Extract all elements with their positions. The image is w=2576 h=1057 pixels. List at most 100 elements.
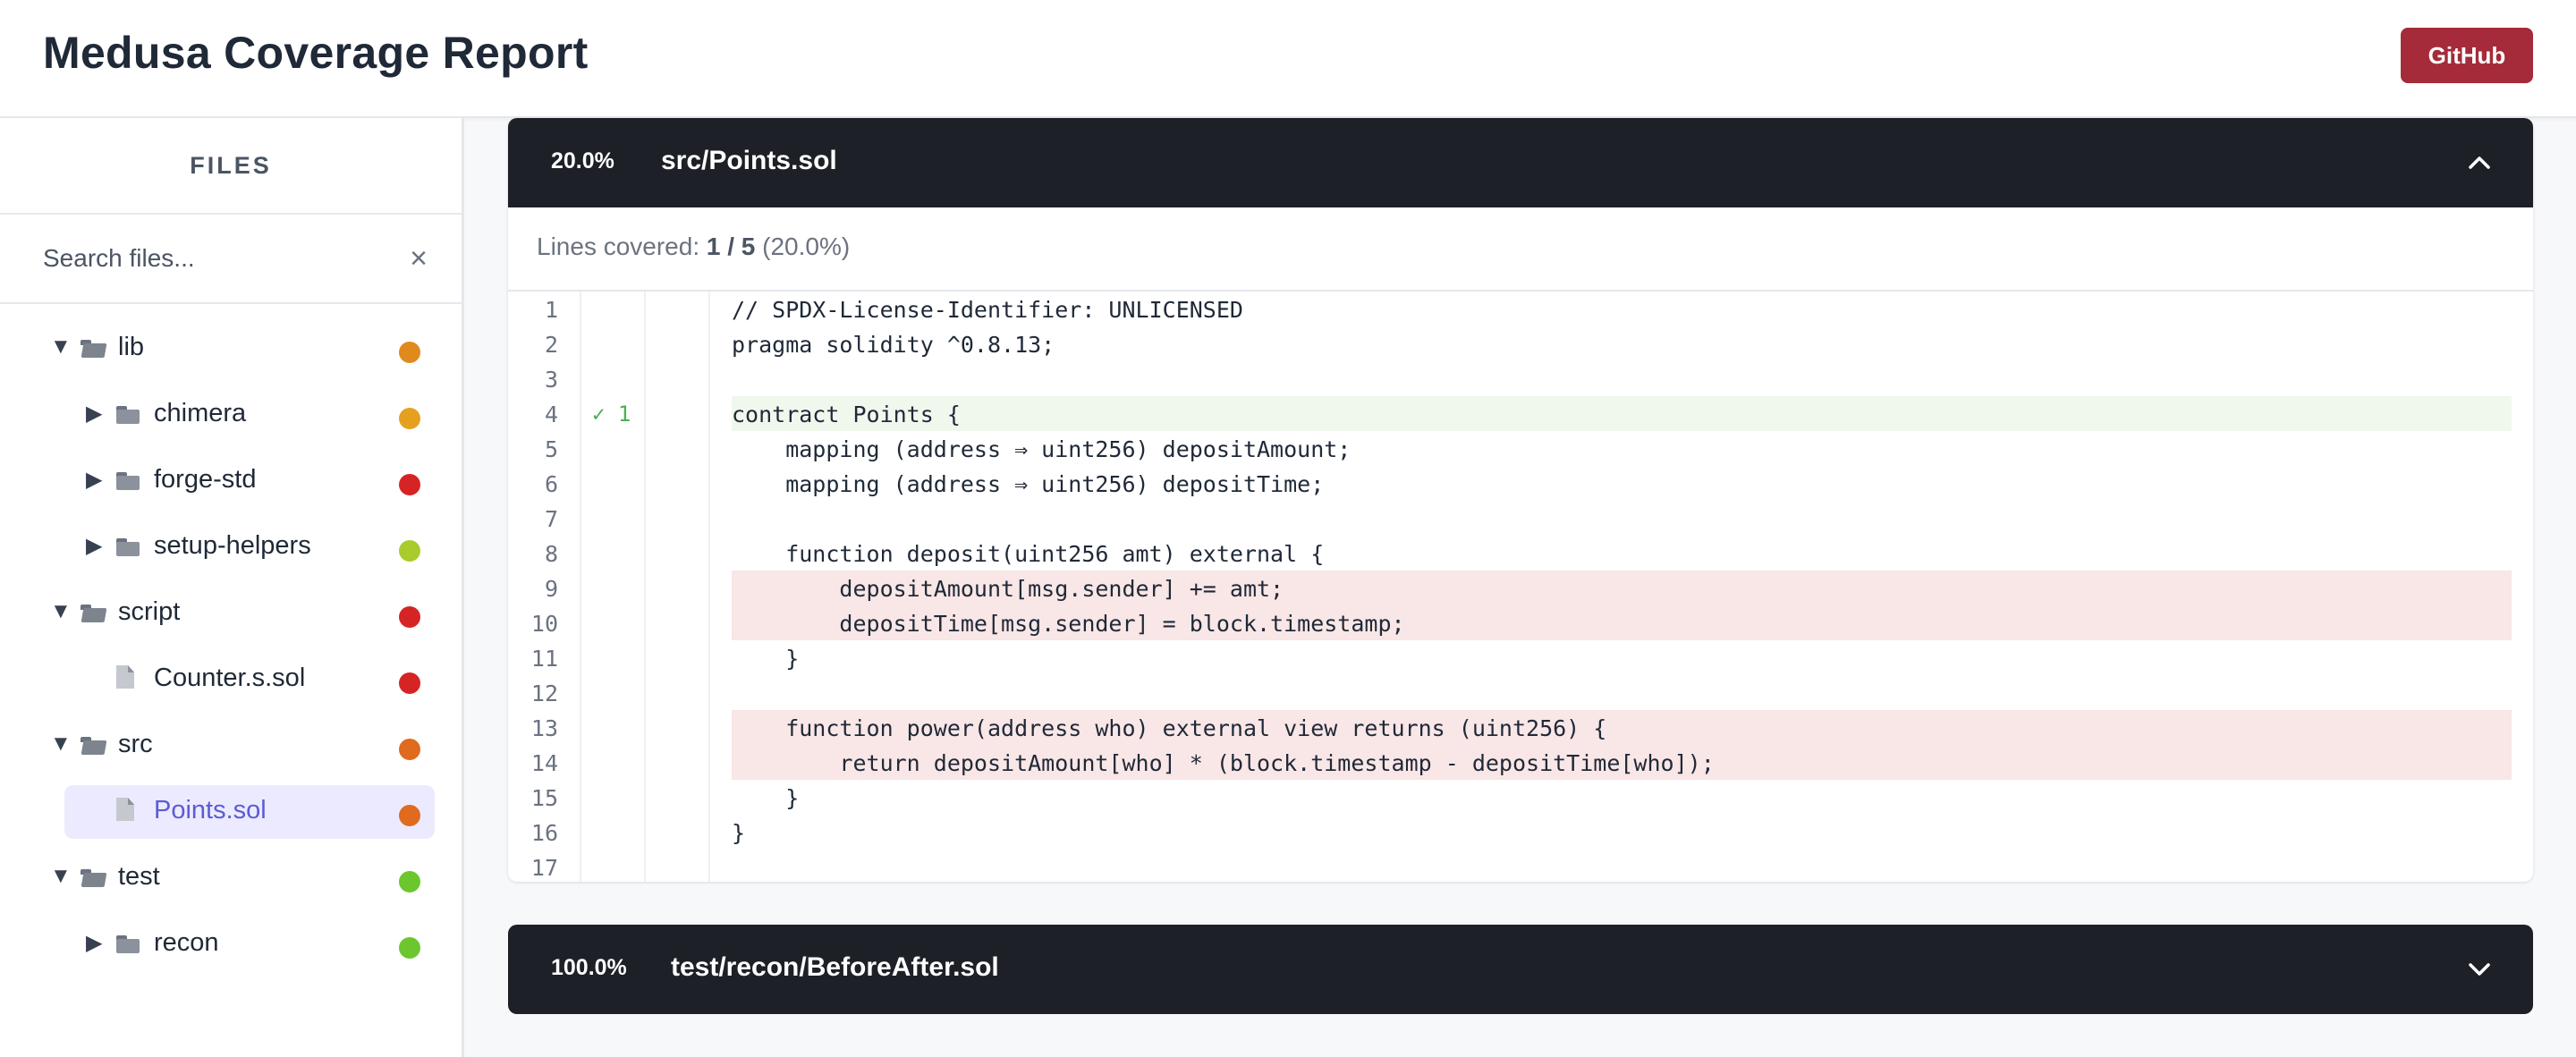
code-line: 9 depositAmount[msg.sender] += amt;: [508, 571, 2533, 605]
folder-icon: [80, 605, 104, 622]
file-icon: [116, 798, 134, 821]
page-title: Medusa Coverage Report: [43, 28, 589, 78]
caret-right-icon[interactable]: ▶: [86, 401, 107, 427]
tree-folder-script[interactable]: ▼ script: [0, 587, 462, 640]
source-text: pragma solidity ^0.8.13;: [732, 332, 1055, 358]
caret-down-icon[interactable]: ▼: [50, 864, 72, 889]
source-code-view: 1 // SPDX-License-Identifier: UNLICENSED 2…: [508, 292, 2533, 882]
line-number: 12: [530, 681, 558, 706]
line-number: 10: [530, 611, 558, 637]
tree-file-Points.sol[interactable]: Points.sol: [64, 785, 435, 839]
chevron-down-icon[interactable]: [2462, 951, 2497, 987]
caret-right-icon[interactable]: ▶: [86, 533, 107, 559]
coverage-summary: Lines covered: 1 / 5 (20.0%): [508, 207, 2533, 292]
coverage-percent: 20.0%: [551, 148, 614, 173]
line-highlight: [732, 815, 2512, 850]
folder-icon: [116, 472, 140, 490]
tree-folder-lib[interactable]: ▼ lib: [0, 322, 462, 376]
source-text: }: [732, 820, 746, 846]
line-number: 9: [544, 576, 558, 602]
coverage-status-dot: [399, 474, 420, 495]
code-line: 7: [508, 501, 2533, 536]
tree-item-label: src: [118, 730, 153, 758]
coverage-status-dot: [399, 408, 420, 429]
code-line: 3: [508, 361, 2533, 396]
caret-down-icon[interactable]: ▼: [50, 334, 72, 359]
line-highlight: [732, 361, 2512, 396]
caret-down-icon[interactable]: ▼: [50, 599, 72, 624]
source-text: function power(address who) external vie…: [732, 715, 1607, 741]
file-search: ×: [0, 213, 462, 304]
source-text: function deposit(uint256 amt) external {: [732, 541, 1325, 567]
folder-icon: [80, 869, 104, 887]
file-header[interactable]: 20.0% src/Points.sol: [508, 118, 2533, 207]
source-text: mapping (address ⇒ uint256) depositTime;: [732, 471, 1325, 497]
tree-folder-test[interactable]: ▼ test: [0, 851, 462, 905]
chevron-up-icon[interactable]: [2462, 145, 2497, 181]
file-coverage-card: 20.0% src/Points.sol Lines covered: 1 / …: [508, 118, 2533, 882]
file-header-collapsed[interactable]: 100.0% test/recon/BeforeAfter.sol: [508, 925, 2533, 1014]
tree-file-Counter.s.sol[interactable]: Counter.s.sol: [0, 653, 462, 706]
folder-icon: [116, 538, 140, 556]
search-input[interactable]: [41, 238, 385, 279]
line-number: 11: [530, 646, 558, 672]
line-highlight: [732, 675, 2512, 710]
coverage-status-dot: [399, 672, 420, 694]
caret-down-icon[interactable]: ▼: [50, 731, 72, 757]
tree-item-label: script: [118, 597, 181, 626]
line-number: 8: [544, 541, 558, 567]
coverage-status-dot: [399, 342, 420, 363]
line-number: 2: [544, 332, 558, 358]
line-highlight: [732, 501, 2512, 536]
line-number: 13: [530, 715, 558, 741]
tree-item-label: forge-std: [154, 465, 257, 494]
code-line: 15 }: [508, 780, 2533, 815]
github-button[interactable]: GitHub: [2401, 28, 2533, 83]
source-text: // SPDX-License-Identifier: UNLICENSED: [732, 297, 1243, 323]
files-sidebar: FILES × ▼ lib ▶ chimera ▶ forge-std ▶ setup-hel…: [0, 118, 464, 1057]
line-number: 14: [530, 750, 558, 776]
close-icon[interactable]: ×: [401, 236, 436, 281]
code-line: 13 function power(address who) external …: [508, 710, 2533, 745]
line-number: 3: [544, 367, 558, 393]
tree-item-label: Counter.s.sol: [154, 664, 306, 692]
line-highlight: [732, 780, 2512, 815]
tree-item-label: recon: [154, 928, 219, 957]
app-header: Medusa Coverage Report GitHub: [0, 0, 2576, 118]
file-path: src/Points.sol: [661, 146, 837, 175]
caret-right-icon[interactable]: ▶: [86, 930, 107, 956]
tree-item-label: lib: [118, 333, 145, 361]
line-number: 15: [530, 785, 558, 811]
line-number: 6: [544, 471, 558, 497]
tree-folder-setup-helpers[interactable]: ▶ setup-helpers: [0, 520, 462, 574]
caret-right-icon[interactable]: ▶: [86, 467, 107, 493]
code-line: 14 return depositAmount[who] * (block.ti…: [508, 745, 2533, 780]
tree-folder-forge-std[interactable]: ▶ forge-std: [0, 454, 462, 508]
coverage-status-dot: [399, 937, 420, 959]
source-text: contract Points {: [732, 402, 961, 427]
tree-folder-chimera[interactable]: ▶ chimera: [0, 388, 462, 442]
tree-item-label: chimera: [154, 399, 247, 427]
source-text: mapping (address ⇒ uint256) depositAmoun…: [732, 436, 1352, 462]
line-number: 1: [544, 297, 558, 323]
line-number: 17: [530, 855, 558, 881]
code-line: 5 mapping (address ⇒ uint256) depositAmo…: [508, 431, 2533, 466]
source-text: }: [732, 785, 800, 811]
folder-icon: [80, 340, 104, 358]
tree-item-label: Points.sol: [154, 796, 267, 824]
code-line: 2 pragma solidity ^0.8.13;: [508, 326, 2533, 361]
file-path: test/recon/BeforeAfter.sol: [671, 952, 999, 982]
summary-label: Lines covered:: [537, 233, 700, 260]
line-number: 4: [544, 402, 558, 427]
line-highlight: [732, 396, 2512, 431]
lines-covered-count: 1 / 5: [706, 233, 756, 260]
coverage-status-dot: [399, 739, 420, 760]
tree-folder-recon[interactable]: ▶ recon: [0, 917, 462, 971]
code-line: 4 ✓ 1 contract Points {: [508, 396, 2533, 431]
line-highlight: [732, 640, 2512, 675]
tree-item-label: setup-helpers: [154, 531, 311, 560]
source-text: depositTime[msg.sender] = block.timestam…: [732, 611, 1405, 637]
code-line: 6 mapping (address ⇒ uint256) depositTim…: [508, 466, 2533, 501]
tree-folder-src[interactable]: ▼ src: [0, 719, 462, 773]
coverage-status-dot: [399, 606, 420, 628]
